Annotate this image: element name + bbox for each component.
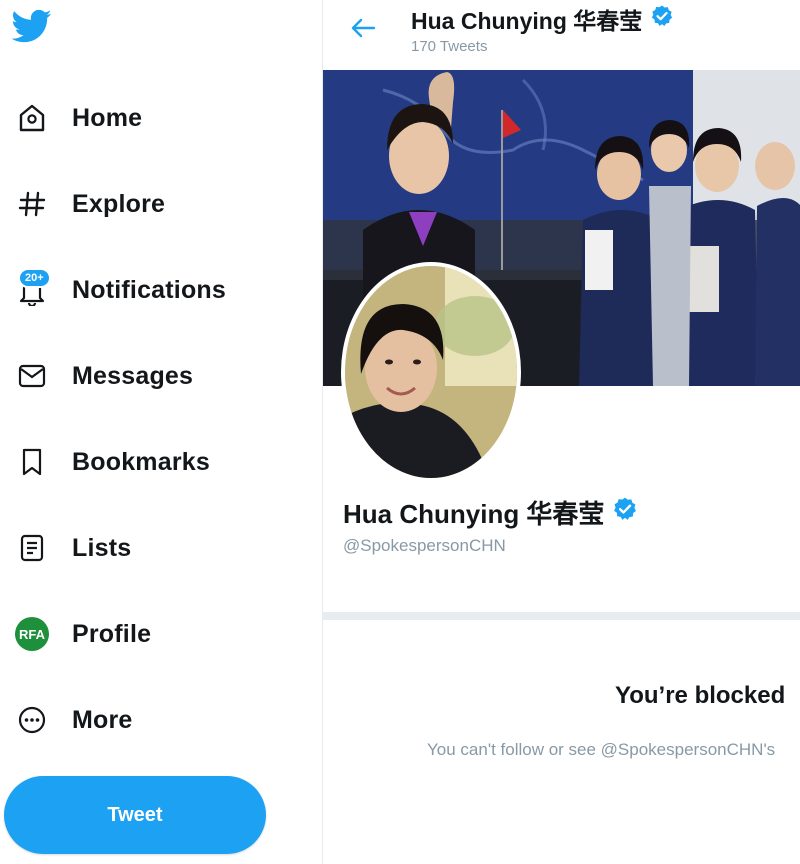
sidebar-item-label: More: [72, 705, 133, 734]
verified-badge-icon: [612, 496, 638, 529]
sidebar-item-label: Lists: [72, 533, 132, 562]
sidebar-item-bookmarks[interactable]: Bookmarks: [12, 436, 210, 488]
section-divider: [323, 612, 800, 620]
profile-handle: @SpokespersonCHN: [343, 536, 506, 555]
avatar-text: RFA: [19, 626, 45, 642]
sidebar-item-label: Home: [72, 103, 143, 132]
bookmark-icon: [12, 442, 52, 482]
avatar: RFA: [15, 617, 49, 651]
bell-icon: 20+: [12, 268, 52, 310]
notification-badge: 20+: [18, 268, 51, 288]
header-title: Hua Chunying 华春莹: [411, 2, 674, 36]
verified-badge-icon: [650, 4, 674, 34]
sidebar-item-explore[interactable]: Explore: [12, 178, 165, 230]
sidebar: Home Explore 20+ Notifications Messages …: [0, 0, 322, 864]
sidebar-item-label: Explore: [72, 189, 166, 218]
home-icon: [12, 98, 52, 138]
profile-column: Hua Chunying 华春莹 170 Tweets Hua Chunying…: [322, 0, 800, 864]
header-display-name: Hua Chunying 华春莹: [411, 8, 643, 34]
sidebar-item-notifications[interactable]: 20+ Notifications: [12, 264, 226, 316]
profile-header: Hua Chunying 华春莹 170 Tweets: [323, 0, 800, 70]
profile-display-name: Hua Chunying 华春莹: [343, 499, 605, 529]
sidebar-item-label: Profile: [72, 619, 152, 648]
profile-avatar[interactable]: [341, 262, 521, 482]
sidebar-item-home[interactable]: Home: [12, 92, 142, 144]
sidebar-item-profile[interactable]: RFA Profile: [12, 608, 151, 660]
back-arrow-icon[interactable]: [345, 10, 381, 46]
blocked-message: You can't follow or see @SpokespersonCHN…: [427, 740, 776, 759]
sidebar-item-label: Messages: [72, 361, 194, 390]
twitter-logo-icon[interactable]: [11, 6, 52, 46]
blocked-title: You’re blocked: [615, 682, 786, 709]
list-icon: [12, 528, 52, 568]
envelope-icon: [12, 356, 52, 396]
tweet-button[interactable]: Tweet: [4, 776, 266, 854]
sidebar-item-more[interactable]: More: [12, 694, 133, 746]
sidebar-item-label: Notifications: [72, 275, 226, 304]
sidebar-item-messages[interactable]: Messages: [12, 350, 193, 402]
tweet-count: 170 Tweets: [411, 38, 488, 55]
profile-display-name-row: Hua Chunying 华春莹: [343, 494, 638, 531]
sidebar-item-lists[interactable]: Lists: [12, 522, 131, 574]
sidebar-item-label: Bookmarks: [72, 447, 210, 476]
hashtag-icon: [12, 184, 52, 224]
more-icon: [12, 700, 52, 740]
